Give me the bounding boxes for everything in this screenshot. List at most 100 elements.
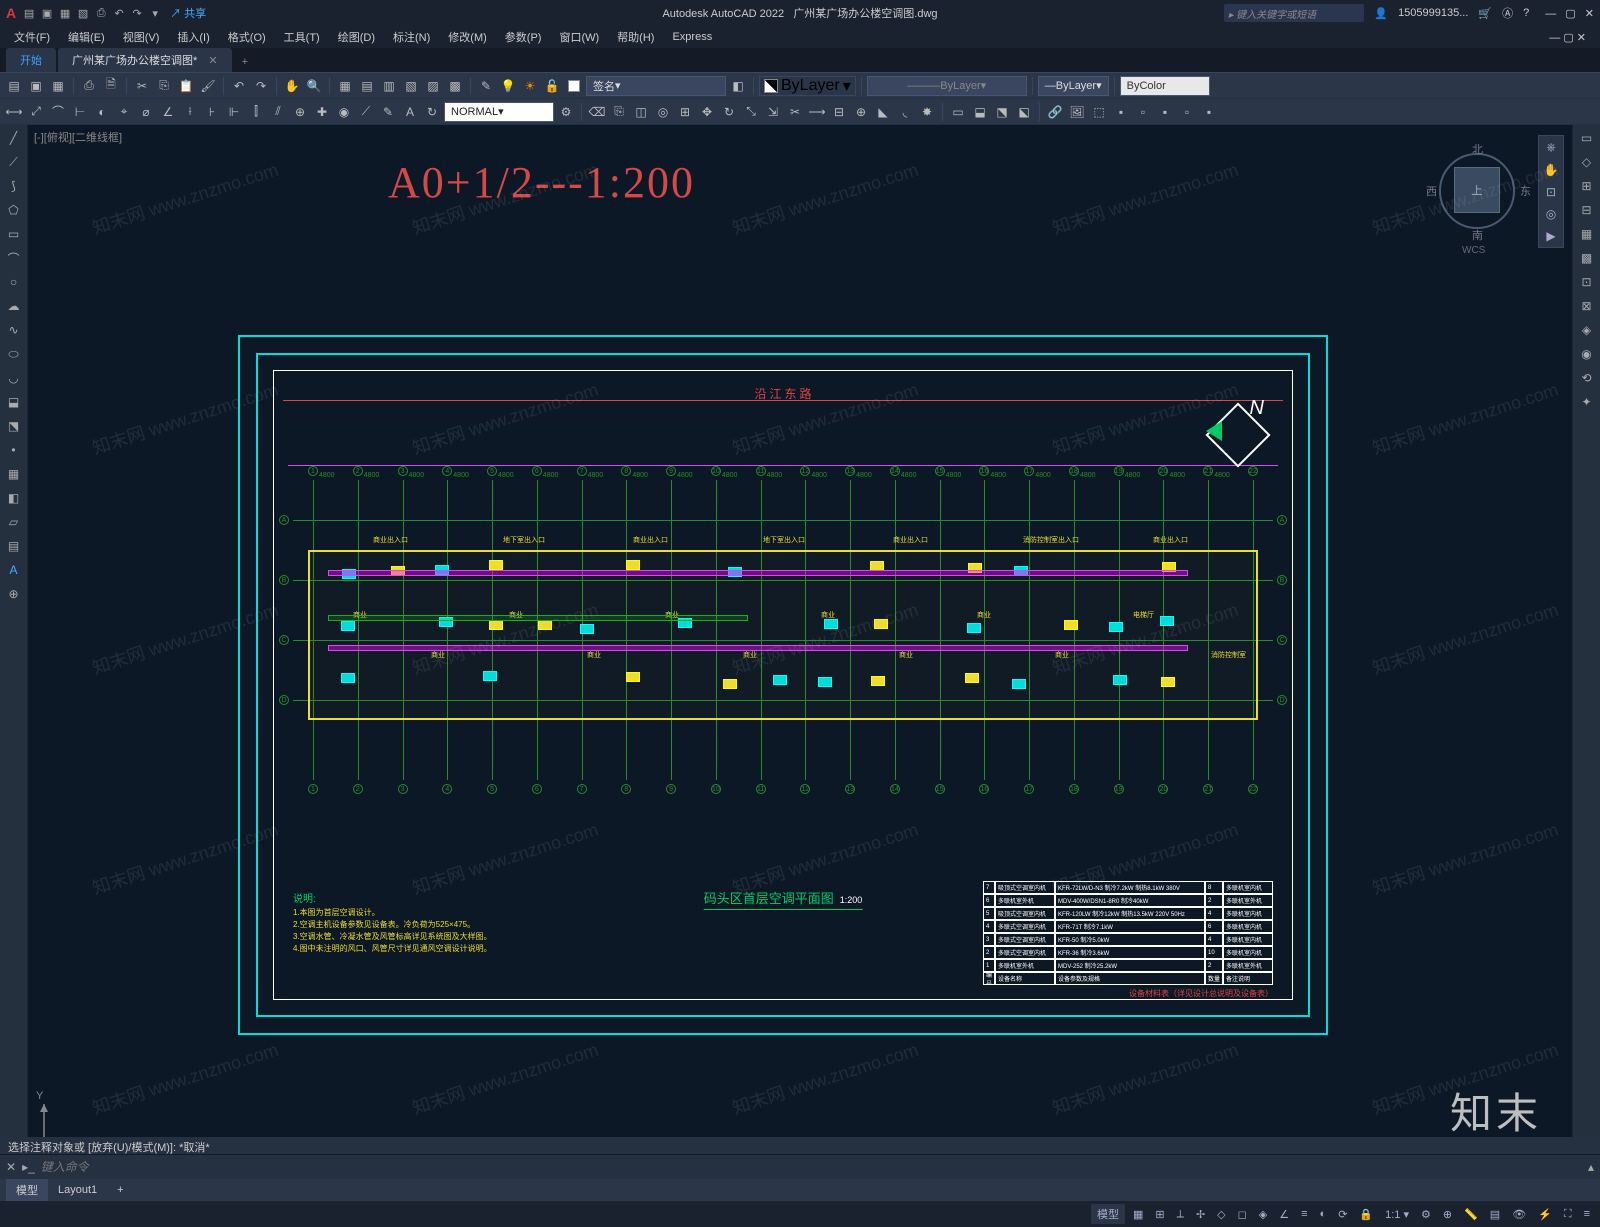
field-icon[interactable]: ⬚ bbox=[1089, 102, 1109, 122]
status-model[interactable]: 模型 bbox=[1091, 1204, 1125, 1224]
dim-baseline-icon[interactable]: ⊦ bbox=[202, 102, 222, 122]
layout-add-icon[interactable]: + bbox=[107, 1181, 133, 1199]
open-icon[interactable]: ▣ bbox=[40, 6, 54, 20]
nav-orbit-icon[interactable]: ◎ bbox=[1546, 207, 1556, 221]
dim-linear-icon[interactable]: ⟷ bbox=[4, 102, 24, 122]
close-icon[interactable]: ✕ bbox=[1585, 8, 1594, 20]
xref-icon[interactable]: 🔗 bbox=[1045, 102, 1065, 122]
grid-icon[interactable]: ▦ bbox=[1129, 1206, 1147, 1223]
open-dwg-icon[interactable]: ▣ bbox=[26, 76, 46, 96]
color-combo[interactable]: ByLayer ▾ bbox=[759, 76, 856, 96]
menu-view[interactable]: 视图(V) bbox=[115, 27, 168, 47]
markup-icon[interactable]: ▨ bbox=[423, 76, 443, 96]
help-icon[interactable]: ? bbox=[1523, 7, 1529, 19]
menu-file[interactable]: 文件(F) bbox=[6, 27, 58, 47]
etc1-icon[interactable]: ▪ bbox=[1111, 102, 1131, 122]
arc-icon[interactable]: ⌒ bbox=[3, 249, 25, 267]
layer-lock-icon[interactable]: 🔓 bbox=[542, 76, 562, 96]
annoscale-icon[interactable]: 🔒 bbox=[1355, 1206, 1377, 1223]
revcloud-icon[interactable]: ☁ bbox=[3, 297, 25, 315]
block-icon[interactable]: ▭ bbox=[948, 102, 968, 122]
tab-current-file[interactable]: 广州某广场办公楼空调图* ✕ bbox=[58, 48, 232, 72]
m9-icon[interactable]: ◈ bbox=[1576, 321, 1598, 339]
dim-angular-icon[interactable]: ∠ bbox=[158, 102, 178, 122]
dim-quick-icon[interactable]: ⟊ bbox=[180, 102, 200, 122]
layout1-tab[interactable]: Layout1 bbox=[48, 1181, 107, 1199]
table-icon[interactable]: ▤ bbox=[3, 537, 25, 555]
cut-icon[interactable]: ✂ bbox=[132, 76, 152, 96]
chamfer-icon[interactable]: ◣ bbox=[873, 102, 893, 122]
mtext-icon[interactable]: A bbox=[3, 561, 25, 579]
layer-bulb-icon[interactable]: 💡 bbox=[498, 76, 518, 96]
minimize-icon[interactable]: — bbox=[1545, 8, 1556, 20]
menu-express[interactable]: Express bbox=[664, 29, 720, 45]
layer-color-icon[interactable] bbox=[564, 76, 584, 96]
dim-ordinate-icon[interactable]: ⊢ bbox=[70, 102, 90, 122]
units-icon[interactable]: 📏 bbox=[1460, 1206, 1482, 1223]
spline-icon[interactable]: ∿ bbox=[3, 321, 25, 339]
doc-window-controls[interactable]: — ▢ ✕ bbox=[1541, 29, 1594, 46]
drawing-canvas[interactable]: [-][俯视][二维线框] A0+1/2---1:200 上 北南 东西 WCS… bbox=[28, 125, 1572, 1181]
saveas-icon[interactable]: ▧ bbox=[76, 6, 90, 20]
jog-linear-icon[interactable]: ⟋ bbox=[356, 102, 376, 122]
blockedit-icon[interactable]: ⬕ bbox=[1014, 102, 1034, 122]
centermark-icon[interactable]: ✚ bbox=[312, 102, 332, 122]
rotate-icon[interactable]: ↻ bbox=[719, 102, 739, 122]
dim-arc-icon[interactable]: ⌒ bbox=[48, 102, 68, 122]
save-icon[interactable]: ▦ bbox=[58, 6, 72, 20]
dim-jog-icon[interactable]: ⌖ bbox=[114, 102, 134, 122]
menu-edit[interactable]: 编辑(E) bbox=[60, 27, 113, 47]
customize-icon[interactable]: ≡ bbox=[1580, 1206, 1594, 1222]
quickcalc-icon[interactable]: ▩ bbox=[445, 76, 465, 96]
redo-icon[interactable]: ↷ bbox=[130, 6, 144, 20]
point-icon[interactable]: • bbox=[3, 441, 25, 459]
etc4-icon[interactable]: ▫ bbox=[1177, 102, 1197, 122]
etc5-icon[interactable]: ▪ bbox=[1199, 102, 1219, 122]
m2-icon[interactable]: ◇ bbox=[1576, 153, 1598, 171]
plot-icon[interactable]: ⎙ bbox=[79, 76, 99, 96]
m11-icon[interactable]: ⟲ bbox=[1576, 369, 1598, 387]
addsel-icon[interactable]: ⊕ bbox=[3, 585, 25, 603]
m10-icon[interactable]: ◉ bbox=[1576, 345, 1598, 363]
offset-icon[interactable]: ◎ bbox=[653, 102, 673, 122]
menu-tools[interactable]: 工具(T) bbox=[276, 27, 328, 47]
plot-icon[interactable]: ⎙ bbox=[94, 6, 108, 20]
erase-icon[interactable]: ⌫ bbox=[587, 102, 607, 122]
menu-help[interactable]: 帮助(H) bbox=[609, 27, 662, 47]
ellipse-icon[interactable]: ⬭ bbox=[3, 345, 25, 363]
sheetset-icon[interactable]: ▧ bbox=[401, 76, 421, 96]
polar-icon[interactable]: ✢ bbox=[1192, 1206, 1209, 1223]
undo-icon[interactable]: ↶ bbox=[229, 76, 249, 96]
tab-close-icon[interactable]: ✕ bbox=[208, 55, 217, 67]
cmd-close-icon[interactable]: ✕ bbox=[6, 1160, 16, 1174]
dimstyle-combo[interactable]: NORMAL ▾ bbox=[444, 102, 554, 122]
fillet-icon[interactable]: ◟ bbox=[895, 102, 915, 122]
workspace-icon[interactable]: ⚙ bbox=[1417, 1206, 1435, 1223]
save-dwg-icon[interactable]: ▦ bbox=[48, 76, 68, 96]
3dosnap-icon[interactable]: ◈ bbox=[1255, 1206, 1271, 1223]
m5-icon[interactable]: ▦ bbox=[1576, 225, 1598, 243]
layermgr-icon[interactable]: ✎ bbox=[476, 76, 496, 96]
share-button[interactable]: ↗ 共享 bbox=[170, 5, 206, 21]
hardware-icon[interactable]: ⚡ bbox=[1534, 1206, 1556, 1223]
snap-icon[interactable]: ⊞ bbox=[1151, 1206, 1168, 1223]
designcenter-icon[interactable]: ▤ bbox=[357, 76, 377, 96]
menu-format[interactable]: 格式(O) bbox=[220, 27, 274, 47]
isodraft-icon[interactable]: ◇ bbox=[1213, 1206, 1229, 1223]
gradient-icon[interactable]: ◧ bbox=[3, 489, 25, 507]
move-icon[interactable]: ✥ bbox=[697, 102, 717, 122]
cycling-icon[interactable]: ⟳ bbox=[1334, 1206, 1351, 1223]
m4-icon[interactable]: ⊟ bbox=[1576, 201, 1598, 219]
nav-zoomext-icon[interactable]: ⊡ bbox=[1546, 185, 1556, 199]
dim-space-icon[interactable]: ⫿ bbox=[246, 102, 266, 122]
ellipsearc-icon[interactable]: ◡ bbox=[3, 369, 25, 387]
insert-icon[interactable]: ⬓ bbox=[970, 102, 990, 122]
explode-icon[interactable]: ✸ bbox=[917, 102, 937, 122]
help-search-input[interactable]: ▸ 键入关键字或短语 bbox=[1224, 4, 1364, 22]
copy2-icon[interactable]: ⎘ bbox=[609, 102, 629, 122]
xline-icon[interactable]: ⟋ bbox=[3, 153, 25, 171]
ortho-icon[interactable]: ⟂ bbox=[1173, 1206, 1188, 1223]
menu-window[interactable]: 窗口(W) bbox=[551, 27, 607, 47]
model-tab[interactable]: 模型 bbox=[6, 1179, 48, 1201]
new-icon[interactable]: ▤ bbox=[22, 6, 36, 20]
